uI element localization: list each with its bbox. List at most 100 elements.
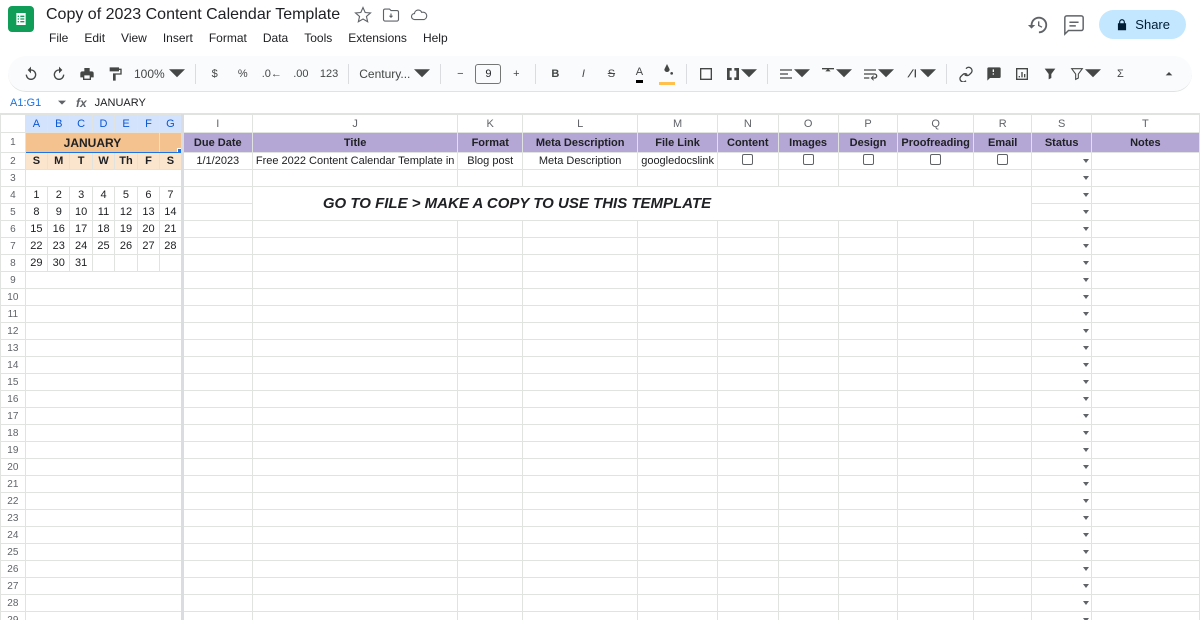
col-F[interactable]: F <box>137 115 159 133</box>
text-color-button[interactable]: A <box>626 61 652 87</box>
borders-button[interactable] <box>693 61 719 87</box>
cell-due-date[interactable]: 1/1/2023 <box>182 153 252 170</box>
col-L[interactable]: L <box>523 115 638 133</box>
h-align-button[interactable] <box>774 61 814 87</box>
hdr-format[interactable]: Format <box>458 133 523 153</box>
col-A[interactable]: A <box>25 115 47 133</box>
menu-format[interactable]: Format <box>202 28 254 48</box>
hdr-images[interactable]: Images <box>778 133 838 153</box>
cell-content-chk[interactable] <box>717 153 778 170</box>
col-B[interactable]: B <box>48 115 70 133</box>
col-I[interactable]: I <box>182 115 252 133</box>
hdr-content[interactable]: Content <box>717 133 778 153</box>
history-icon[interactable] <box>1027 14 1049 36</box>
spreadsheet-grid[interactable]: A B C D E F G I J K L M N O P Q R S T 1 … <box>0 114 1200 620</box>
menu-insert[interactable]: Insert <box>156 28 200 48</box>
col-T[interactable]: T <box>1091 115 1199 133</box>
col-G[interactable]: G <box>160 115 183 133</box>
hdr-email[interactable]: Email <box>973 133 1032 153</box>
hdr-design[interactable]: Design <box>838 133 898 153</box>
formula-value[interactable]: JANUARY <box>95 97 146 109</box>
bold-button[interactable]: B <box>542 61 568 87</box>
hdr-title[interactable]: Title <box>252 133 458 153</box>
font-family-select[interactable]: Century... <box>355 61 434 87</box>
toolbar: 100% $ % .0← .00 123 Century... − 9 + B … <box>8 56 1192 92</box>
menu-data[interactable]: Data <box>256 28 295 48</box>
zoom-select[interactable]: 100% <box>130 61 189 87</box>
format-123-button[interactable]: 123 <box>316 61 342 87</box>
collapse-toolbar-button[interactable] <box>1156 61 1182 87</box>
col-R[interactable]: R <box>973 115 1032 133</box>
filter-views-button[interactable] <box>1065 61 1105 87</box>
col-N[interactable]: N <box>717 115 778 133</box>
cell-images-chk[interactable] <box>778 153 838 170</box>
col-M[interactable]: M <box>638 115 718 133</box>
template-note[interactable]: GO TO FILE > MAKE A COPY TO USE THIS TEM… <box>252 187 1032 221</box>
menu-edit[interactable]: Edit <box>77 28 112 48</box>
cell-design-chk[interactable] <box>838 153 898 170</box>
cell-meta[interactable]: Meta Description <box>523 153 638 170</box>
cell-title[interactable]: Free 2022 Content Calendar Template in <box>252 153 458 170</box>
share-button[interactable]: Share <box>1099 10 1186 39</box>
col-P[interactable]: P <box>838 115 898 133</box>
menu-help[interactable]: Help <box>416 28 455 48</box>
paint-format-button[interactable] <box>102 61 128 87</box>
font-size-input[interactable]: 9 <box>475 64 501 84</box>
sheets-logo[interactable] <box>8 6 34 32</box>
comment-icon[interactable] <box>1063 14 1085 36</box>
col-J[interactable]: J <box>252 115 458 133</box>
col-E[interactable]: E <box>115 115 138 133</box>
increase-decimal-button[interactable]: .00 <box>288 61 314 87</box>
col-C[interactable]: C <box>70 115 92 133</box>
cell-file[interactable]: googledocslink <box>638 153 718 170</box>
hdr-meta[interactable]: Meta Description <box>523 133 638 153</box>
col-D[interactable]: D <box>92 115 114 133</box>
undo-button[interactable] <box>18 61 44 87</box>
col-O[interactable]: O <box>778 115 838 133</box>
doc-title[interactable]: Copy of 2023 Content Calendar Template <box>42 5 344 25</box>
insert-chart-button[interactable] <box>1009 61 1035 87</box>
select-all[interactable] <box>1 115 26 133</box>
cell-format[interactable]: Blog post <box>458 153 523 170</box>
merge-button[interactable] <box>721 61 761 87</box>
print-button[interactable] <box>74 61 100 87</box>
redo-button[interactable] <box>46 61 72 87</box>
hdr-due-date[interactable]: Due Date <box>182 133 252 153</box>
col-K[interactable]: K <box>458 115 523 133</box>
move-icon[interactable] <box>382 6 400 24</box>
font-size-decrease[interactable]: − <box>447 61 473 87</box>
hdr-notes[interactable]: Notes <box>1091 133 1199 153</box>
name-box-dropdown[interactable] <box>56 99 68 107</box>
cell-status[interactable] <box>1032 153 1091 170</box>
rotate-button[interactable] <box>900 61 940 87</box>
insert-comment-button[interactable] <box>981 61 1007 87</box>
link-button[interactable] <box>953 61 979 87</box>
cell-email-chk[interactable] <box>973 153 1032 170</box>
month-header[interactable]: JANUARY <box>25 133 159 153</box>
menu-file[interactable]: File <box>42 28 75 48</box>
strike-button[interactable]: S <box>598 61 624 87</box>
hdr-file[interactable]: File Link <box>638 133 718 153</box>
functions-button[interactable]: Σ <box>1107 61 1133 87</box>
menu-extensions[interactable]: Extensions <box>341 28 414 48</box>
star-icon[interactable] <box>354 6 372 24</box>
v-align-button[interactable] <box>816 61 856 87</box>
format-percent-button[interactable]: % <box>230 61 256 87</box>
hdr-proof[interactable]: Proofreading <box>898 133 973 153</box>
hdr-status[interactable]: Status <box>1032 133 1091 153</box>
name-box[interactable] <box>6 97 56 109</box>
menu-view[interactable]: View <box>114 28 154 48</box>
menu-tools[interactable]: Tools <box>297 28 339 48</box>
filter-button[interactable] <box>1037 61 1063 87</box>
col-Q[interactable]: Q <box>898 115 973 133</box>
fill-color-button[interactable] <box>654 61 680 87</box>
font-size-increase[interactable]: + <box>503 61 529 87</box>
cell-notes[interactable] <box>1091 153 1199 170</box>
decrease-decimal-button[interactable]: .0← <box>258 61 286 87</box>
cloud-status-icon[interactable] <box>410 6 428 24</box>
italic-button[interactable]: I <box>570 61 596 87</box>
wrap-button[interactable] <box>858 61 898 87</box>
cell-proof-chk[interactable] <box>898 153 973 170</box>
format-currency-button[interactable]: $ <box>202 61 228 87</box>
col-S[interactable]: S <box>1032 115 1091 133</box>
